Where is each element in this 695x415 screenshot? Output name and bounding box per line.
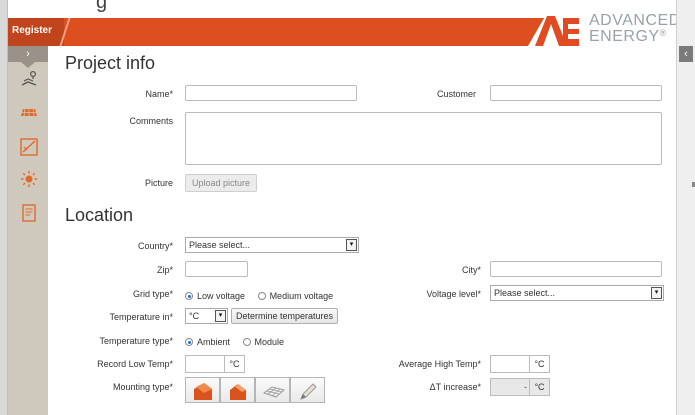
record-low-temp-label: Record Low Temp*	[97, 359, 173, 369]
section-title-location: Location	[65, 205, 134, 225]
average-high-temp-label: Average High Temp*	[398, 359, 481, 369]
grid-type-medium-voltage-label: Medium voltage	[269, 291, 334, 301]
delta-t-increase-input: - °C	[490, 378, 550, 396]
radio-unselected-icon	[257, 292, 266, 300]
sidebar-item-site[interactable]	[20, 70, 38, 88]
sidebar-item-weather[interactable]	[20, 170, 38, 188]
city-label: City*	[461, 265, 481, 275]
record-low-temp-unit: °C	[224, 356, 244, 372]
clipped-title-text: g	[96, 0, 108, 13]
delta-t-increase-value: -	[524, 382, 527, 392]
mounting-option-pitched-roof[interactable]	[185, 377, 220, 403]
mounting-type-label: Mounting type*	[112, 382, 173, 392]
pencil-icon	[300, 383, 317, 400]
grid-type-low-voltage-label: Low voltage	[197, 291, 246, 301]
tab-register[interactable]: Register	[8, 18, 64, 46]
dropdown-arrow-icon: ▾	[346, 239, 357, 251]
country-select-value: Please select...	[189, 240, 251, 250]
name-input[interactable]	[185, 85, 357, 101]
sidebar-item-report[interactable]	[20, 204, 38, 222]
name-label: Name*	[145, 89, 173, 99]
roof-house-icon	[230, 384, 246, 400]
zip-input[interactable]	[185, 261, 248, 277]
comments-textarea[interactable]	[185, 112, 662, 165]
roof-pitched-icon	[194, 383, 212, 400]
main-form: Project info Name* Customer Comments Pic…	[48, 46, 676, 415]
voltage-level-select[interactable]: Please select... ▾	[490, 285, 664, 301]
radio-unselected-icon	[242, 338, 251, 346]
country-select[interactable]: Please select... ▾	[185, 237, 359, 253]
logo-text-energy-word: ENERGY	[589, 28, 660, 45]
grid-type-medium-voltage[interactable]: Medium voltage	[257, 291, 334, 301]
average-high-temp-unit: °C	[529, 356, 549, 372]
customer-label: Customer	[436, 89, 476, 99]
sidebar-item-modules[interactable]	[20, 104, 38, 122]
advanced-energy-logo: ADVANCED ENERGY®	[533, 12, 680, 48]
temperature-type-module[interactable]: Module	[242, 337, 285, 347]
chart-icon	[20, 138, 38, 156]
determine-temperatures-button[interactable]: Determine temperatures	[231, 308, 339, 324]
temperature-type-module-label: Module	[254, 337, 285, 347]
mounting-option-house-roof[interactable]	[220, 377, 255, 403]
record-low-temp-input[interactable]: °C	[185, 355, 245, 373]
temperature-unit-value: °C	[189, 311, 200, 321]
customer-input[interactable]	[490, 85, 662, 101]
sidebar-item-analysis[interactable]	[20, 138, 38, 156]
grid-type-label: Grid type*	[132, 289, 173, 299]
voltage-level-select-value: Please select...	[494, 288, 556, 298]
site-map-icon	[21, 70, 37, 86]
dropdown-arrow-icon: ▾	[651, 287, 662, 299]
logo-trademark: ®	[659, 28, 667, 38]
upload-picture-button[interactable]: Upload picture	[185, 174, 258, 192]
country-label: Country*	[137, 241, 173, 251]
zip-label: Zip*	[156, 265, 173, 275]
voltage-level-label: Voltage level*	[426, 289, 481, 299]
collapse-panel-button[interactable]: ‹	[679, 46, 693, 62]
picture-label: Picture	[144, 178, 173, 188]
average-high-temp-input[interactable]: °C	[490, 355, 550, 373]
temperature-type-radio-group: Ambient Module	[185, 337, 294, 347]
logo-text-energy: ENERGY®	[589, 28, 667, 46]
section-title-project-info: Project info	[65, 53, 156, 73]
temperature-type-ambient[interactable]: Ambient	[185, 337, 230, 347]
temperature-type-ambient-label: Ambient	[197, 337, 231, 347]
radio-selected-icon	[185, 292, 193, 300]
city-input[interactable]	[490, 261, 662, 277]
left-window-edge	[0, 0, 8, 415]
delta-t-increase-unit: °C	[529, 379, 549, 395]
temperature-in-label: Temperature in*	[109, 312, 173, 322]
delta-t-increase-label: ΔT increase*	[429, 382, 481, 392]
report-icon	[22, 204, 36, 222]
solar-panel-icon	[21, 108, 37, 117]
temperature-unit-select[interactable]: °C ▾	[185, 308, 228, 324]
sun-icon	[21, 171, 37, 187]
radio-selected-icon	[185, 338, 193, 346]
grid-type-low-voltage[interactable]: Low voltage	[185, 291, 245, 301]
mounting-option-custom[interactable]	[290, 377, 325, 403]
sidebar-active-indicator	[21, 62, 35, 68]
ground-array-icon	[262, 386, 286, 398]
sidebar: ›	[8, 46, 48, 415]
grid-type-radio-group: Low voltage Medium voltage	[185, 291, 343, 301]
tab-register-label: Register	[12, 25, 53, 36]
dropdown-arrow-icon: ▾	[215, 310, 226, 322]
temperature-type-label: Temperature type*	[99, 336, 173, 346]
sidebar-toggle-button[interactable]: ›	[8, 46, 48, 62]
ae-logo-mark-icon	[535, 16, 579, 46]
mounting-type-buttons	[185, 377, 325, 403]
right-panel-edge: ‹	[676, 0, 695, 415]
mounting-option-ground-array[interactable]	[255, 377, 290, 403]
comments-label: Comments	[129, 116, 173, 126]
